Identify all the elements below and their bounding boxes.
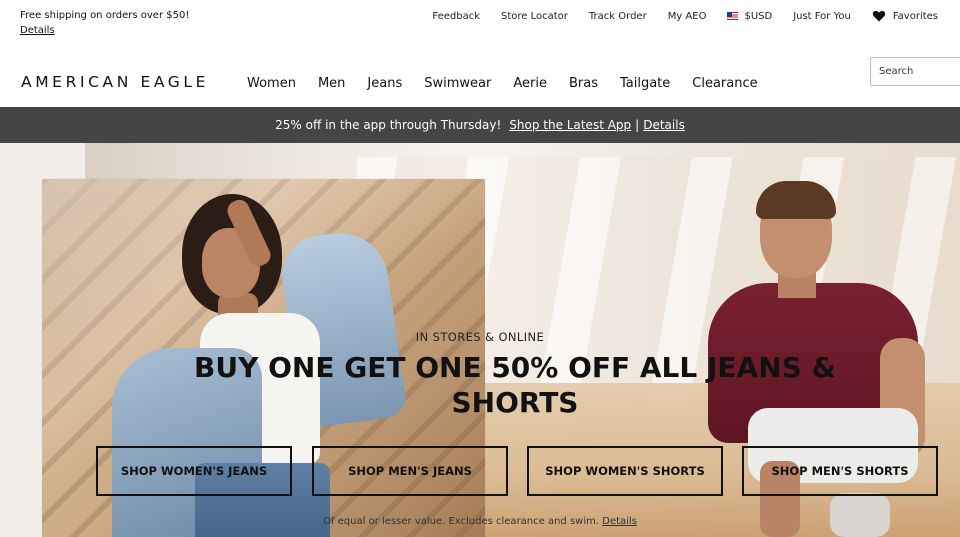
free-shipping-details-link[interactable]: Details	[20, 25, 55, 36]
hero-fine-print: Of equal or lesser value. Excludes clear…	[0, 516, 960, 527]
fine-print-text: Of equal or lesser value. Excludes clear…	[323, 516, 600, 527]
main-nav: Women Men Jeans Swimwear Aerie Bras Tail…	[247, 76, 780, 91]
shop-mens-jeans-button[interactable]: SHOP MEN'S JEANS	[312, 446, 508, 496]
nav-item-swimwear[interactable]: Swimwear	[424, 76, 491, 91]
nav-item-clearance[interactable]: Clearance	[692, 76, 757, 91]
hero-banner[interactable]: IN STORES & ONLINE BUY ONE GET ONE 50% O…	[0, 143, 960, 537]
promo-separator: |	[635, 118, 640, 132]
man-sneaker	[830, 493, 890, 537]
promo-text: 25% off in the app through Thursday!	[275, 118, 502, 132]
american-eagle-logo[interactable]: AMERICAN EAGLE	[21, 73, 209, 91]
hero-kicker: IN STORES & ONLINE	[415, 330, 545, 344]
free-shipping-text: Free shipping on orders over $50!	[20, 10, 190, 21]
my-aeo-link[interactable]: My AEO	[668, 10, 707, 22]
free-shipping-notice: Free shipping on orders over $50! Detail…	[20, 8, 190, 38]
hero-headline: BUY ONE GET ONE 50% OFF ALL JEANS & SHOR…	[194, 351, 836, 419]
man-hair	[756, 181, 836, 219]
nav-item-aerie[interactable]: Aerie	[513, 76, 547, 91]
promo-bar: 25% off in the app through Thursday! Sho…	[0, 107, 960, 143]
nav-item-women[interactable]: Women	[247, 76, 296, 91]
utility-nav: Feedback Store Locator Track Order My AE…	[411, 10, 938, 22]
shop-latest-app-link[interactable]: Shop the Latest App	[509, 118, 631, 132]
store-locator-link[interactable]: Store Locator	[501, 10, 568, 22]
currency-selector[interactable]: $USD	[727, 10, 772, 22]
fine-print-details-link[interactable]: Details	[602, 516, 637, 527]
shop-womens-shorts-button[interactable]: SHOP WOMEN'S SHORTS	[527, 446, 723, 496]
track-order-link[interactable]: Track Order	[589, 10, 647, 22]
nav-item-men[interactable]: Men	[318, 76, 345, 91]
nav-item-bras[interactable]: Bras	[569, 76, 598, 91]
feedback-link[interactable]: Feedback	[432, 10, 480, 22]
favorites-label: Favorites	[892, 10, 938, 22]
us-flag-icon	[727, 12, 739, 20]
favorites-link[interactable]: Favorites	[872, 10, 938, 22]
nav-item-tailgate[interactable]: Tailgate	[620, 76, 670, 91]
just-for-you-link[interactable]: Just For You	[793, 10, 851, 22]
search-input[interactable]	[870, 57, 960, 86]
currency-label: $USD	[744, 10, 773, 22]
nav-item-jeans[interactable]: Jeans	[367, 76, 402, 91]
promo-details-link[interactable]: Details	[643, 118, 685, 132]
shop-mens-shorts-button[interactable]: SHOP MEN'S SHORTS	[742, 446, 938, 496]
shop-womens-jeans-button[interactable]: SHOP WOMEN'S JEANS	[96, 446, 292, 496]
heart-icon	[872, 10, 885, 22]
